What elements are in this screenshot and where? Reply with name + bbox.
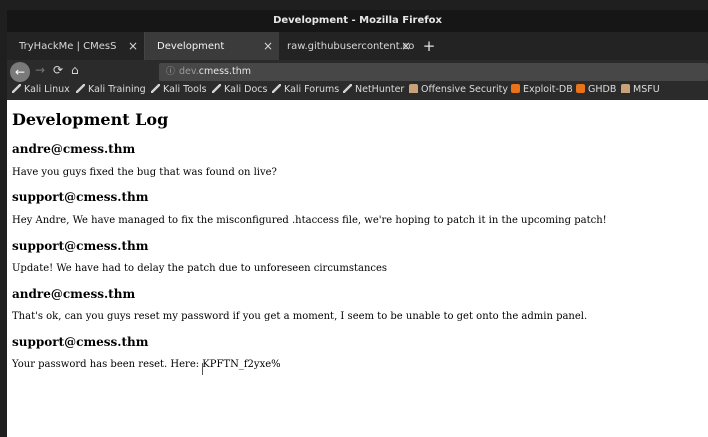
entry-message: Update! We have had to delay the patch d… <box>12 263 388 274</box>
url-domain: cmess.thm <box>198 66 252 77</box>
bookmark-label: GHDB <box>588 84 617 95</box>
bookmark-label: Kali Linux <box>24 84 70 95</box>
bookmark-kali-forums[interactable]: Kali Forums <box>272 84 339 100</box>
forward-arrow-icon[interactable]: → <box>35 63 45 77</box>
offsec-icon <box>409 84 418 93</box>
entry-author: support@cmess.thm <box>12 335 149 349</box>
tab-label: Development <box>157 40 225 52</box>
tab-label: TryHackMe | CMesS <box>19 40 117 52</box>
kali-dragon-icon <box>151 84 160 93</box>
tab-label: raw.githubusercontent.co <box>287 40 415 52</box>
kali-dragon-icon <box>76 84 85 93</box>
back-arrow-icon[interactable]: ← <box>10 62 30 82</box>
site-info-icon[interactable]: ⓘ <box>166 63 175 81</box>
close-tab-icon[interactable]: × <box>401 39 411 53</box>
tab-tryhackme[interactable]: TryHackMe | CMesS × <box>7 32 145 60</box>
bookmark-label: Kali Forums <box>284 84 340 95</box>
entry-author: support@cmess.thm <box>12 190 149 204</box>
entry-author: andre@cmess.thm <box>12 287 136 301</box>
firefox-window: Development - Mozilla Firefox TryHackMe … <box>7 10 708 437</box>
tab-raw-github[interactable]: raw.githubusercontent.co × <box>279 32 417 60</box>
bookmark-kali-linux[interactable]: Kali Linux <box>12 84 70 100</box>
kali-dragon-icon <box>212 84 221 93</box>
entry-author: andre@cmess.thm <box>12 142 136 156</box>
close-tab-icon[interactable]: × <box>128 39 138 53</box>
exploitdb-icon <box>511 84 520 93</box>
bookmark-offensive-security[interactable]: Offensive Security <box>409 84 508 100</box>
kali-dragon-icon <box>272 84 281 93</box>
bookmark-exploit-db[interactable]: Exploit-DB <box>511 84 573 100</box>
page-content: Development Log andre@cmess.thm Have you… <box>7 100 708 437</box>
url-text[interactable]: dev.cmess.thm <box>179 63 251 81</box>
entry-message: Have you guys fixed the bug that was fou… <box>12 167 277 178</box>
bookmark-label: MSFU <box>633 84 660 95</box>
kali-dragon-icon <box>343 84 352 93</box>
tab-bar: TryHackMe | CMesS × Development × raw.gi… <box>7 32 708 60</box>
ghdb-icon <box>576 84 585 93</box>
bookmarks-toolbar: Kali Linux Kali Training Kali Tools Kali… <box>7 84 708 100</box>
bookmark-ghdb[interactable]: GHDB <box>576 84 616 100</box>
bookmark-kali-tools[interactable]: Kali Tools <box>151 84 207 100</box>
bookmark-label: NetHunter <box>355 84 405 95</box>
entry-message: That's ok, can you guys reset my passwor… <box>12 311 588 322</box>
entry-message: Your password has been reset. Here: KPFT… <box>12 359 281 370</box>
kali-dragon-icon <box>12 84 21 93</box>
bookmark-nethunter[interactable]: NetHunter <box>343 84 404 100</box>
bookmark-label: Kali Training <box>88 84 146 95</box>
background-terminal-edge <box>0 0 7 437</box>
close-tab-icon[interactable]: × <box>263 39 273 53</box>
url-subdomain: dev. <box>179 66 199 77</box>
bookmark-label: Kali Tools <box>163 84 207 95</box>
msfu-icon <box>621 84 630 93</box>
entry-message: Hey Andre, We have managed to fix the mi… <box>12 215 607 226</box>
bookmark-label: Exploit-DB <box>523 84 573 95</box>
reload-icon[interactable]: ⟳ <box>53 63 63 77</box>
page-heading: Development Log <box>12 110 169 129</box>
new-tab-button[interactable]: + <box>419 32 439 60</box>
navigation-toolbar: ← → ⟳ ⌂ ⓘ dev.cmess.thm <box>7 60 708 84</box>
bookmark-kali-training[interactable]: Kali Training <box>76 84 146 100</box>
tab-development[interactable]: Development × <box>145 32 279 60</box>
text-cursor <box>202 363 203 375</box>
entry-author: support@cmess.thm <box>12 239 149 253</box>
bookmark-kali-docs[interactable]: Kali Docs <box>212 84 267 100</box>
bookmark-label: Offensive Security <box>421 84 508 95</box>
bookmark-label: Kali Docs <box>224 84 268 95</box>
home-icon[interactable]: ⌂ <box>71 63 79 77</box>
window-title: Development - Mozilla Firefox <box>7 10 708 32</box>
url-bar[interactable]: ⓘ dev.cmess.thm <box>159 63 708 81</box>
bookmark-msfu[interactable]: MSFU <box>621 84 660 100</box>
